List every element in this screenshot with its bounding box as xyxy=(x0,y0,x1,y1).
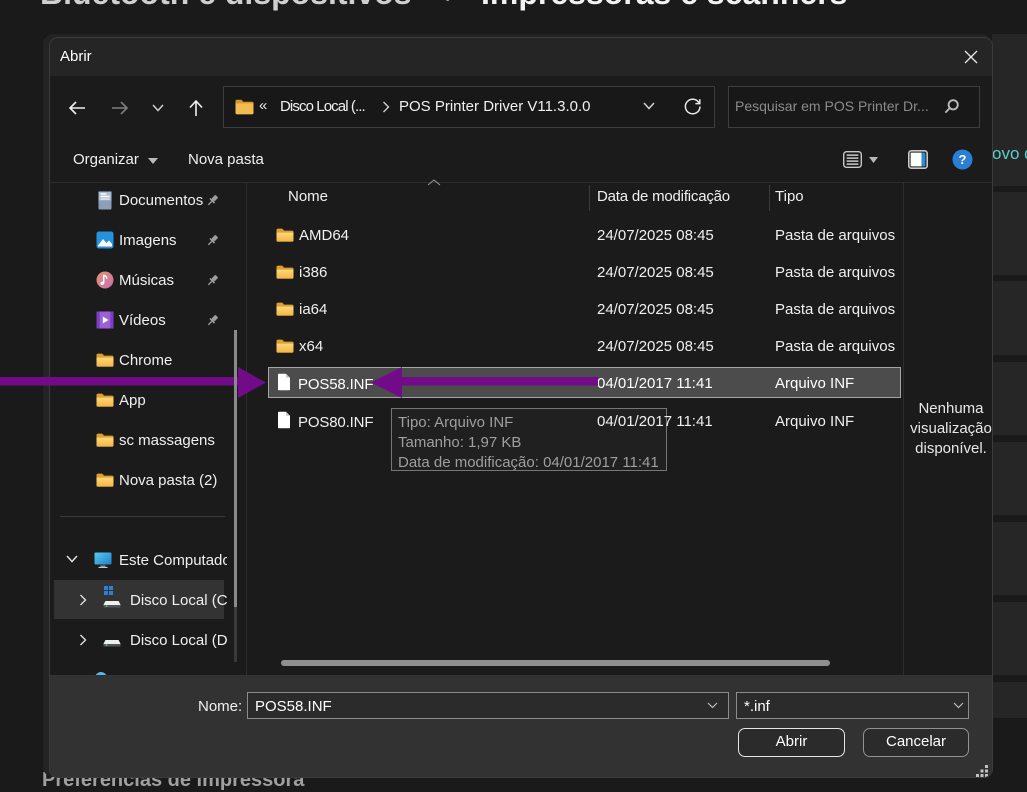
svg-text:?: ? xyxy=(959,152,967,167)
